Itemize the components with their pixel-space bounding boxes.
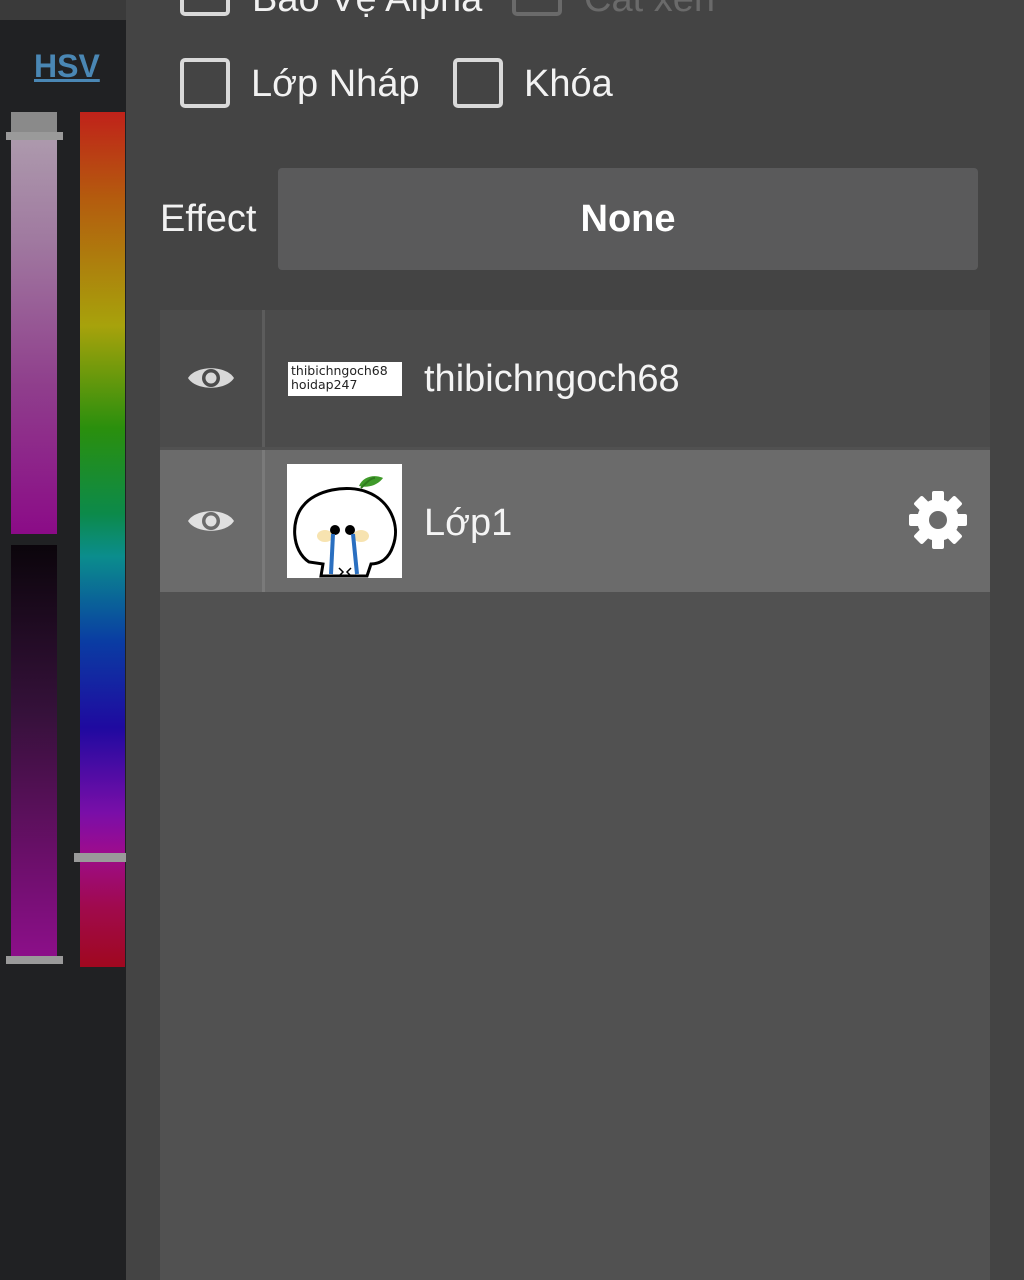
thumbnail-text-line: thibichngoch68: [291, 363, 388, 378]
value-slider[interactable]: [11, 545, 57, 963]
alpha-protect-label: Bảo Vệ Alpha: [252, 0, 482, 21]
draft-layer-label: Lớp Nháp: [251, 63, 420, 105]
clipping-label: Cắt xén: [584, 0, 715, 21]
clipping-checkbox[interactable]: [512, 0, 562, 16]
layer-row-selected[interactable]: Lớp1: [160, 450, 990, 592]
saturation-slider-handle[interactable]: [11, 112, 57, 134]
saturation-slider[interactable]: [11, 112, 57, 534]
saturation-slider-handle-bar[interactable]: [6, 132, 63, 140]
row-divider: [262, 450, 265, 592]
layer-thumbnail: thibichngoch68 hoidap247: [288, 362, 402, 396]
layer-thumbnail: [287, 464, 402, 578]
lock-label: Khóa: [524, 63, 613, 105]
layer-editor-screen: HSV Bảo Vệ Alpha Cắt xén Lớp Nháp Khóa E…: [0, 0, 1024, 1280]
hsv-mode-tab[interactable]: HSV: [34, 48, 100, 85]
color-picker-panel: HSV: [0, 0, 126, 1280]
layer-row[interactable]: thibichngoch68 hoidap247 thibichngoch68: [160, 310, 990, 447]
hue-slider[interactable]: [80, 112, 125, 967]
value-slider-handle[interactable]: [6, 956, 63, 964]
row-divider: [262, 310, 265, 447]
thumbnail-text-line: hoidap247: [291, 377, 358, 392]
draft-layer-checkbox[interactable]: [180, 58, 230, 108]
layer-name: thibichngoch68: [424, 358, 680, 400]
gear-icon[interactable]: [908, 490, 968, 550]
lock-checkbox[interactable]: [453, 58, 503, 108]
effect-label: Effect: [160, 198, 257, 240]
effect-select-button[interactable]: None: [278, 168, 978, 270]
sticker-drawing: [293, 476, 397, 578]
panel-right-margin: [990, 0, 1024, 1280]
alpha-protect-checkbox[interactable]: [180, 0, 230, 16]
eye-icon[interactable]: [186, 505, 236, 537]
color-panel-top-strip: [0, 0, 126, 20]
eye-icon[interactable]: [186, 362, 236, 394]
hue-slider-handle[interactable]: [74, 853, 126, 862]
layer-name: Lớp1: [424, 502, 513, 544]
